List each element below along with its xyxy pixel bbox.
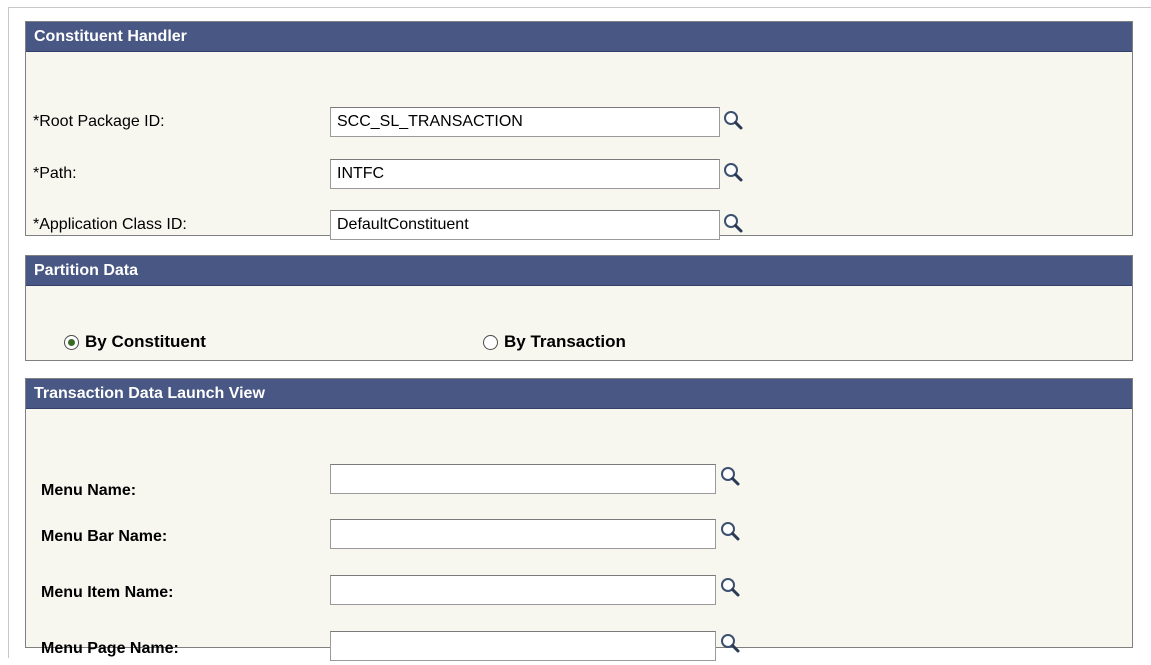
menu-bar-name-input[interactable]: [330, 519, 716, 549]
magnifier-lookup-icon[interactable]: [722, 212, 744, 234]
constituent-handler-panel: Constituent Handler *Root Package ID: SC…: [25, 21, 1133, 240]
magnifier-lookup-icon[interactable]: [722, 161, 744, 183]
magnifier-lookup-icon[interactable]: [719, 632, 741, 654]
radio-unselected-icon[interactable]: [483, 334, 498, 350]
radio-by-constituent[interactable]: By Constituent: [64, 332, 206, 352]
constituent-handler-header: Constituent Handler: [26, 22, 1132, 52]
app-class-input[interactable]: DefaultConstituent: [330, 210, 720, 240]
menu-name-label: Menu Name:: [41, 482, 137, 499]
menu-item-name-label: Menu Item Name:: [41, 584, 174, 601]
path-label: *Path:: [33, 165, 77, 182]
radio-by-constituent-label: By Constituent: [85, 332, 206, 351]
menu-name-row: Menu Name:: [26, 463, 1132, 499]
magnifier-lookup-icon[interactable]: [719, 576, 741, 598]
page-left-border: [8, 7, 9, 658]
menu-item-name-input[interactable]: [330, 575, 716, 605]
path-row: *Path: INTFC: [26, 157, 1132, 191]
menu-page-name-input[interactable]: [330, 631, 716, 661]
menu-bar-name-label: Menu Bar Name:: [41, 528, 168, 545]
radio-by-transaction[interactable]: By Transaction: [483, 332, 626, 352]
magnifier-lookup-icon[interactable]: [722, 109, 744, 131]
root-package-label: *Root Package ID:: [33, 113, 165, 130]
partition-data-header: Partition Data: [26, 256, 1132, 286]
app-class-row: *Application Class ID: DefaultConstituen…: [26, 208, 1132, 242]
radio-by-transaction-label: By Transaction: [504, 332, 626, 351]
path-input[interactable]: INTFC: [330, 159, 720, 189]
launch-view-header: Transaction Data Launch View: [26, 379, 1132, 409]
root-package-row: *Root Package ID: SCC_SL_TRANSACTION: [26, 104, 1132, 138]
menu-page-name-row: Menu Page Name:: [26, 631, 1132, 665]
magnifier-lookup-icon[interactable]: [719, 520, 741, 542]
launch-view-panel: Transaction Data Launch View Menu Name: …: [25, 378, 1133, 661]
partition-data-panel: Partition Data By Constituent By Transac…: [25, 255, 1133, 361]
menu-name-input[interactable]: [330, 464, 716, 494]
magnifier-lookup-icon[interactable]: [719, 465, 741, 487]
menu-item-name-row: Menu Item Name:: [26, 575, 1132, 609]
radio-selected-icon[interactable]: [64, 334, 79, 350]
page-top-border: [8, 7, 1151, 8]
menu-bar-name-row: Menu Bar Name:: [26, 519, 1132, 553]
menu-page-name-label: Menu Page Name:: [41, 640, 179, 657]
root-package-input[interactable]: SCC_SL_TRANSACTION: [330, 107, 720, 137]
app-class-label: *Application Class ID:: [33, 216, 187, 233]
